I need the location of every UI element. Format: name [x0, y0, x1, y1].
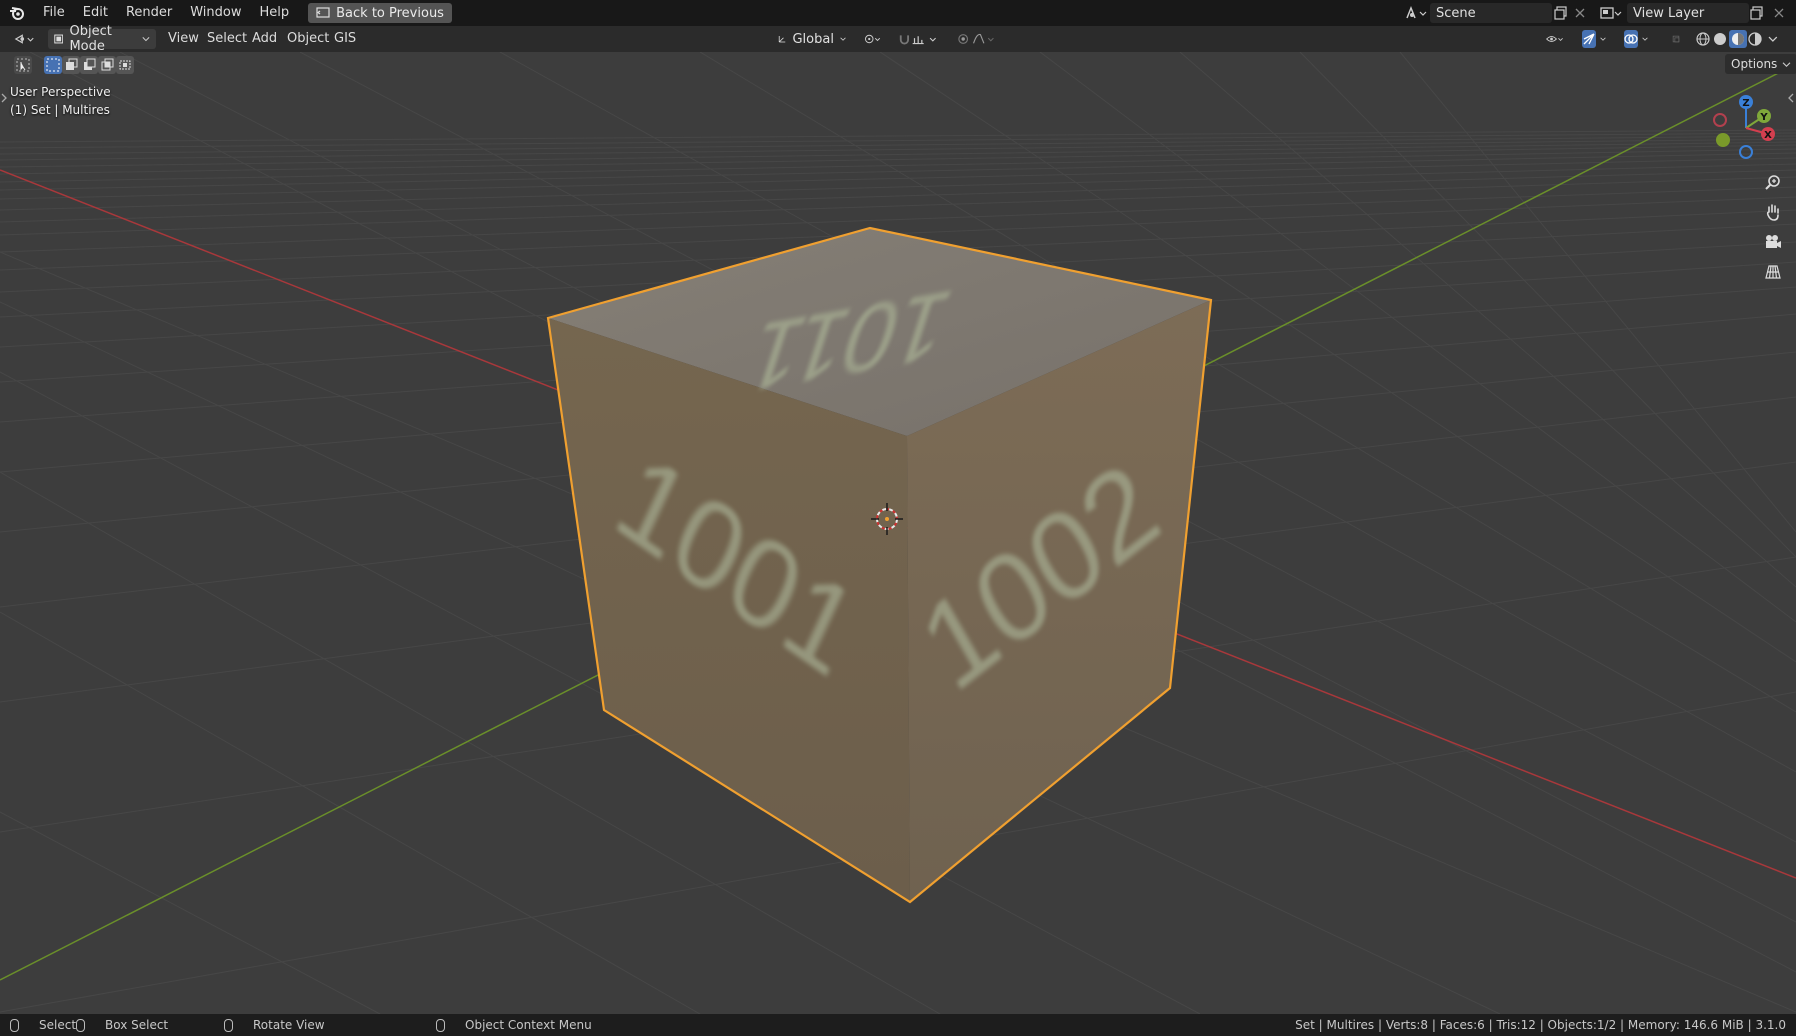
pivot-point-icon: [865, 34, 881, 44]
delete-scene-icon[interactable]: [1570, 3, 1590, 23]
eye-icon: [1546, 36, 1563, 42]
blender-logo-icon[interactable]: [0, 0, 34, 26]
status-bar: Select Box Select Rotate View Object Con…: [0, 1014, 1796, 1036]
zoom-view-icon[interactable]: [1759, 168, 1787, 196]
scene-name-field[interactable]: Scene: [1430, 3, 1552, 23]
chevron-down-icon[interactable]: [1768, 35, 1778, 43]
gizmo-z-label: Z: [1742, 98, 1749, 109]
status-context-menu-label: Object Context Menu: [465, 1018, 592, 1032]
gizmo-neg-z-icon: [1739, 145, 1753, 159]
gizmo-icon: [1582, 30, 1596, 48]
menu-gis[interactable]: GIS: [334, 26, 356, 52]
delete-view-layer-icon[interactable]: [1769, 3, 1789, 23]
proportional-editing-icon: [958, 33, 994, 44]
menu-file[interactable]: File: [34, 0, 74, 26]
object-mode-label: Object Mode: [69, 24, 112, 54]
new-view-layer-icon[interactable]: [1747, 3, 1767, 23]
object-mode-dropdown[interactable]: Object Mode: [48, 24, 156, 54]
status-box-select: Box Select: [76, 1018, 168, 1032]
orientation-label: Global: [792, 31, 834, 47]
3d-viewport[interactable]: 1011 1001 1002 Options User Perspective …: [0, 52, 1796, 1014]
chevron-down-icon: [1642, 37, 1648, 41]
right-mouse-icon: [436, 1018, 445, 1032]
proportional-editing-dropdown[interactable]: [952, 29, 1002, 49]
scene-statistics: Set | Multires | Verts:8 | Faces:6 | Tri…: [1295, 1018, 1786, 1032]
gizmo-y-label: Y: [1759, 112, 1768, 123]
top-bar: File Edit Render Window Help Back to Pre…: [0, 0, 1796, 26]
sidebar-toggle-icon[interactable]: [1786, 92, 1796, 104]
gizmo-toggle[interactable]: [1576, 29, 1612, 49]
chevron-down-icon: [1600, 37, 1606, 41]
back-to-previous-label: Back to Previous: [336, 5, 444, 21]
view-layer-name: View Layer: [1633, 5, 1705, 21]
navigation-gizmo[interactable]: Z Y X: [1706, 88, 1786, 168]
menu-help[interactable]: Help: [251, 0, 299, 26]
drag-mouse-icon: [76, 1018, 85, 1032]
new-scene-icon[interactable]: [1551, 3, 1571, 23]
left-mouse-icon: [10, 1018, 19, 1032]
overlays-icon: [1624, 30, 1638, 48]
back-to-previous-button[interactable]: Back to Previous: [308, 3, 452, 23]
menu-object[interactable]: Object: [287, 26, 329, 52]
visibility-dropdown[interactable]: [1540, 29, 1570, 49]
menu-view[interactable]: View: [168, 26, 199, 52]
viewport-scene: 1011 1001 1002: [0, 52, 1796, 1014]
view-layer-name-field[interactable]: View Layer: [1627, 3, 1749, 23]
chevron-down-icon: [840, 37, 846, 41]
menu-add[interactable]: Add: [252, 26, 277, 52]
status-context-menu: Object Context Menu: [436, 1018, 592, 1032]
menu-select[interactable]: Select: [207, 26, 247, 52]
chevron-down-icon: [142, 37, 150, 42]
scene-selector-icon[interactable]: [1402, 3, 1430, 23]
magnet-icon: [899, 35, 936, 45]
chevron-down-icon: [1782, 61, 1791, 67]
middle-mouse-icon: [224, 1018, 233, 1032]
material-preview-shading-icon[interactable]: [1729, 30, 1747, 48]
editor-type-icon: [14, 34, 34, 44]
perspective-toggle-grid-icon[interactable]: [1759, 258, 1787, 286]
object-mode-icon: [54, 34, 64, 44]
overlays-toggle[interactable]: [1618, 29, 1654, 49]
shading-mode-group: [1688, 29, 1784, 49]
status-rotate-view: Rotate View: [224, 1018, 325, 1032]
status-rotate-view-label: Rotate View: [253, 1018, 325, 1032]
rendered-shading-icon[interactable]: [1747, 30, 1765, 48]
gizmo-x-label: X: [1764, 130, 1772, 141]
xray-toggle-icon[interactable]: [1666, 29, 1686, 49]
view-layer-selector-icon[interactable]: [1597, 3, 1625, 23]
pan-view-hand-icon[interactable]: [1759, 198, 1787, 226]
menu-window[interactable]: Window: [181, 0, 250, 26]
status-select-label: Select: [39, 1018, 77, 1032]
status-box-select-label: Box Select: [105, 1018, 169, 1032]
viewport-header: Object Mode View Select Add Object GIS G…: [0, 24, 1796, 54]
status-select: Select: [10, 1018, 76, 1032]
scene-name: Scene: [1436, 5, 1476, 21]
options-dropdown[interactable]: Options: [1725, 54, 1796, 74]
select-intersect-mode-icon[interactable]: [116, 56, 134, 74]
select-extend-mode-icon[interactable]: [62, 56, 80, 74]
select-new-mode-icon[interactable]: [44, 56, 62, 74]
solid-shading-icon[interactable]: [1712, 30, 1730, 48]
options-label: Options: [1731, 57, 1778, 71]
orientation-icon: [778, 35, 786, 43]
camera-view-icon[interactable]: [1759, 228, 1787, 256]
viewport-collection-label: (1) Set | Multires: [10, 103, 110, 117]
transform-orientation-dropdown[interactable]: Global: [772, 29, 852, 49]
select-tool-icon[interactable]: [14, 56, 32, 74]
gizmo-neg-x-icon: [1713, 113, 1727, 127]
editor-type-button[interactable]: [8, 29, 42, 49]
snap-dropdown[interactable]: [892, 29, 948, 49]
menu-render[interactable]: Render: [117, 0, 181, 26]
screen-icon: [316, 7, 330, 18]
select-subtract-mode-icon[interactable]: [80, 56, 98, 74]
pivot-point-dropdown[interactable]: [858, 29, 888, 49]
selected-cube[interactable]: 1011 1001 1002: [546, 226, 1213, 904]
select-invert-mode-icon[interactable]: [98, 56, 116, 74]
menu-edit[interactable]: Edit: [74, 0, 117, 26]
gizmo-neg-y-icon: [1716, 133, 1730, 147]
wireframe-shading-icon[interactable]: [1694, 30, 1712, 48]
viewport-perspective-label: User Perspective: [10, 85, 111, 99]
toolbar-toggle-icon[interactable]: [0, 92, 8, 104]
